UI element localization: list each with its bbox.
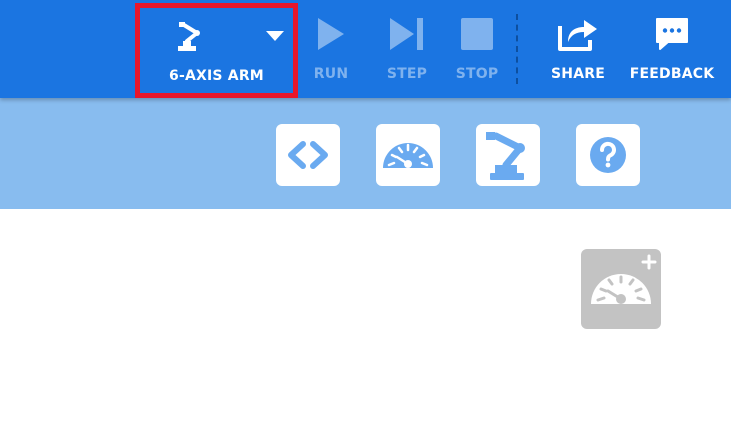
dashboard-icon (383, 143, 433, 168)
share-icon (558, 20, 597, 51)
step-label: STEP (386, 66, 428, 82)
stop-icon (461, 18, 493, 50)
dashboard-view-button[interactable] (376, 124, 440, 186)
top-toolbar: 6-AXIS ARM RUN STEP STOP SHARE FEEDBACK (0, 0, 731, 98)
share-label: SHARE (551, 66, 605, 82)
code-view-button[interactable] (276, 124, 340, 186)
run-button[interactable]: RUN (306, 0, 356, 98)
robot-arm-icon (178, 22, 200, 51)
device-selector-label: 6-AXIS ARM (169, 68, 264, 84)
dashboard-workspace (0, 209, 731, 426)
toolbar-divider (516, 14, 518, 84)
play-icon (318, 18, 344, 50)
chat-bubble-icon (656, 18, 688, 50)
code-icon (288, 141, 328, 169)
chevron-down-icon[interactable] (265, 30, 285, 42)
robot-view-button[interactable] (476, 124, 540, 186)
robot-arm-icon (486, 132, 525, 180)
stop-label: STOP (455, 66, 499, 82)
add-widget-button[interactable] (581, 249, 661, 329)
help-button[interactable] (576, 124, 640, 186)
step-button[interactable]: STEP (380, 0, 434, 98)
feedback-label: FEEDBACK (629, 66, 715, 82)
feedback-button[interactable]: FEEDBACK (625, 0, 719, 98)
share-button[interactable]: SHARE (544, 0, 612, 98)
step-forward-icon (390, 18, 423, 50)
stop-button[interactable]: STOP (450, 0, 504, 98)
help-icon (590, 137, 626, 173)
secondary-toolbar (0, 98, 731, 209)
run-label: RUN (313, 66, 349, 82)
add-dashboard-icon (591, 254, 657, 304)
device-selector-button[interactable]: 6-AXIS ARM (135, 3, 298, 98)
